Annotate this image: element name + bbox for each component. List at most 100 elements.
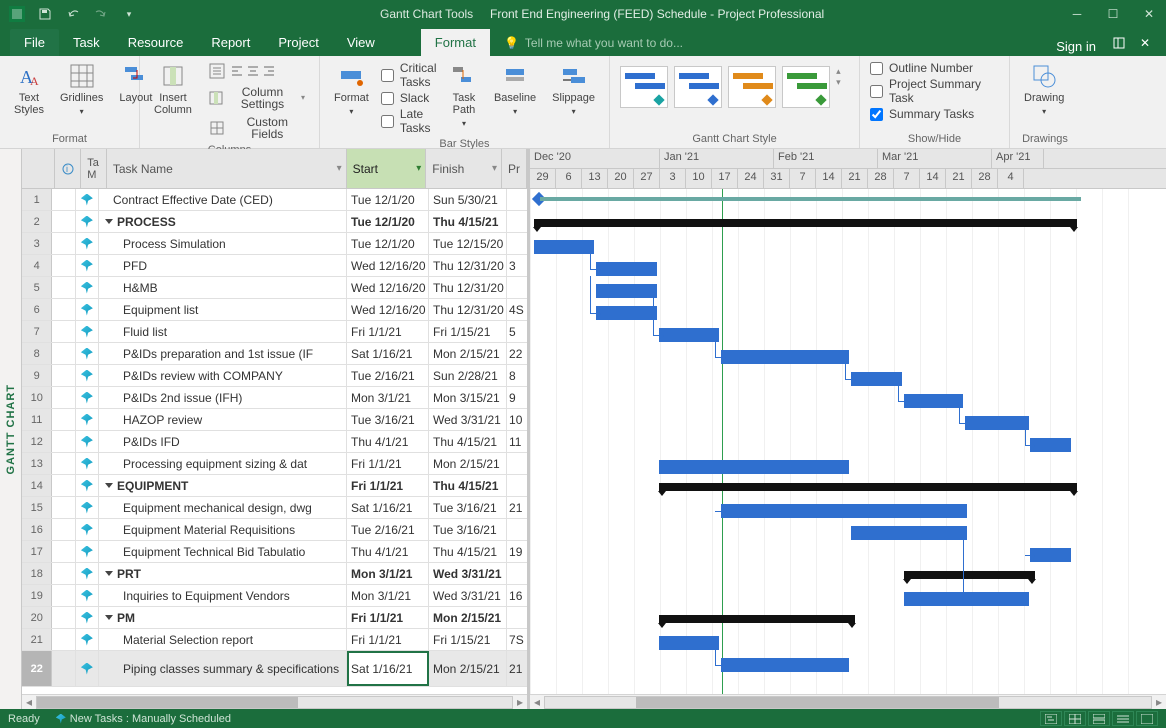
summary-bar[interactable] xyxy=(659,483,1077,491)
day-header[interactable]: 24 xyxy=(738,169,764,188)
day-header[interactable]: 31 xyxy=(764,169,790,188)
row-number[interactable]: 10 xyxy=(22,387,52,408)
finish-cell[interactable]: Thu 4/15/21 xyxy=(429,475,507,496)
predecessor-cell[interactable]: 8 xyxy=(507,365,527,386)
menu-task[interactable]: Task xyxy=(59,29,114,56)
predecessors-header[interactable]: Pr xyxy=(502,149,527,188)
day-header[interactable]: 21 xyxy=(946,169,972,188)
table-row[interactable]: 11 HAZOP review Tue 3/16/21 Wed 3/31/21 … xyxy=(22,409,527,431)
finish-cell[interactable]: Thu 12/31/20 xyxy=(429,255,507,276)
task-bar[interactable] xyxy=(721,658,849,672)
tell-me-search[interactable]: 💡Tell me what you want to do... xyxy=(490,30,697,56)
finish-cell[interactable]: Thu 4/15/21 xyxy=(429,431,507,452)
task-mode-cell[interactable] xyxy=(76,387,99,408)
task-name-cell[interactable]: PRT xyxy=(99,563,347,584)
task-bar[interactable] xyxy=(851,526,967,540)
start-cell[interactable]: Fri 1/1/21 xyxy=(347,475,429,496)
task-bar[interactable] xyxy=(596,284,658,298)
day-header[interactable]: 28 xyxy=(868,169,894,188)
summary-bar[interactable] xyxy=(904,571,1035,579)
day-header[interactable]: 7 xyxy=(894,169,920,188)
day-header[interactable]: 4 xyxy=(998,169,1024,188)
task-mode-cell[interactable] xyxy=(76,189,99,210)
outline-number-check[interactable]: Outline Number xyxy=(870,60,973,76)
finish-cell[interactable]: Wed 3/31/21 xyxy=(429,563,507,584)
task-mode-cell[interactable] xyxy=(76,453,99,474)
start-cell[interactable]: Thu 4/1/21 xyxy=(347,431,429,452)
predecessor-cell[interactable] xyxy=(507,475,527,496)
summary-tasks-check[interactable]: Summary Tasks xyxy=(870,106,974,122)
start-cell[interactable]: Wed 12/16/20 xyxy=(347,277,429,298)
task-mode-cell[interactable] xyxy=(76,299,99,320)
day-header[interactable]: 10 xyxy=(686,169,712,188)
day-header[interactable]: 20 xyxy=(608,169,634,188)
predecessor-cell[interactable] xyxy=(507,211,527,232)
row-number-header[interactable] xyxy=(22,149,55,188)
task-path-button[interactable]: Task Path▾ xyxy=(446,60,482,132)
predecessor-cell[interactable]: 19 xyxy=(507,541,527,562)
task-name-cell[interactable]: H&MB xyxy=(99,277,347,298)
task-mode-cell[interactable] xyxy=(76,233,99,254)
start-cell[interactable]: Tue 12/1/20 xyxy=(347,211,429,232)
predecessor-cell[interactable]: 4S xyxy=(507,299,527,320)
task-name-cell[interactable]: Equipment mechanical design, dwg xyxy=(99,497,347,518)
table-row[interactable]: 1 Contract Effective Date (CED) Tue 12/1… xyxy=(22,189,527,211)
table-row[interactable]: 6 Equipment list Wed 12/16/20 Thu 12/31/… xyxy=(22,299,527,321)
day-header[interactable]: 17 xyxy=(712,169,738,188)
task-mode-cell[interactable] xyxy=(76,563,99,584)
task-bar[interactable] xyxy=(659,460,849,474)
finish-cell[interactable]: Mon 3/15/21 xyxy=(429,387,507,408)
table-row[interactable]: 13 Processing equipment sizing & dat Fri… xyxy=(22,453,527,475)
view-report-icon[interactable] xyxy=(1136,711,1158,726)
chevron-down-icon[interactable]: ▾ xyxy=(337,163,342,174)
start-cell[interactable]: Tue 2/16/21 xyxy=(347,365,429,386)
start-cell[interactable]: Fri 1/1/21 xyxy=(347,629,429,650)
collapse-icon[interactable] xyxy=(105,483,113,488)
row-number[interactable]: 16 xyxy=(22,519,52,540)
start-cell[interactable]: Mon 3/1/21 xyxy=(347,585,429,606)
row-number[interactable]: 17 xyxy=(22,541,52,562)
task-name-cell[interactable]: Processing equipment sizing & dat xyxy=(99,453,347,474)
task-mode-cell[interactable] xyxy=(76,255,99,276)
finish-cell[interactable]: Tue 12/15/20 xyxy=(429,233,507,254)
task-name-cell[interactable]: HAZOP review xyxy=(99,409,347,430)
predecessor-cell[interactable] xyxy=(507,563,527,584)
predecessor-cell[interactable]: 21 xyxy=(507,651,527,686)
task-bar[interactable] xyxy=(596,306,658,320)
start-cell[interactable]: Fri 1/1/21 xyxy=(347,321,429,342)
row-number[interactable]: 11 xyxy=(22,409,52,430)
task-mode-cell[interactable] xyxy=(76,365,99,386)
task-name-cell[interactable]: PROCESS xyxy=(99,211,347,232)
predecessor-cell[interactable] xyxy=(507,453,527,474)
insert-column-button[interactable]: Insert Column xyxy=(150,60,196,118)
task-name-cell[interactable]: Piping classes summary & specifications xyxy=(99,651,347,686)
indicator-header[interactable]: i xyxy=(55,149,81,188)
style-preview-2[interactable] xyxy=(728,66,776,108)
row-number[interactable]: 19 xyxy=(22,585,52,606)
month-header[interactable]: Feb '21 xyxy=(774,149,878,168)
task-bar[interactable] xyxy=(851,372,902,386)
chart-area[interactable] xyxy=(530,189,1166,694)
sign-in-link[interactable]: Sign in xyxy=(1048,39,1104,54)
task-mode-cell[interactable] xyxy=(76,607,99,628)
task-bar[interactable] xyxy=(721,350,849,364)
task-bar[interactable] xyxy=(1030,548,1070,562)
task-bar[interactable] xyxy=(659,636,719,650)
table-row[interactable]: 15 Equipment mechanical design, dwg Sat … xyxy=(22,497,527,519)
finish-cell[interactable]: Thu 12/31/20 xyxy=(429,299,507,320)
task-mode-cell[interactable] xyxy=(76,431,99,452)
finish-cell[interactable]: Sun 5/30/21 xyxy=(429,189,507,210)
predecessor-cell[interactable] xyxy=(507,277,527,298)
start-cell[interactable]: Mon 3/1/21 xyxy=(347,563,429,584)
task-mode-cell[interactable] xyxy=(76,409,99,430)
column-settings-button[interactable]: Column Settings▾ xyxy=(204,84,309,112)
task-name-cell[interactable]: Equipment Material Requisitions xyxy=(99,519,347,540)
finish-cell[interactable]: Mon 2/15/21 xyxy=(429,453,507,474)
finish-cell[interactable]: Fri 1/15/21 xyxy=(429,629,507,650)
table-row[interactable]: 22 Piping classes summary & specificatio… xyxy=(22,651,527,687)
task-bar[interactable] xyxy=(534,240,594,254)
task-name-cell[interactable]: Equipment list xyxy=(99,299,347,320)
start-cell[interactable]: Thu 4/1/21 xyxy=(347,541,429,562)
finish-cell[interactable]: Wed 3/31/21 xyxy=(429,585,507,606)
day-header[interactable]: 29 xyxy=(530,169,556,188)
